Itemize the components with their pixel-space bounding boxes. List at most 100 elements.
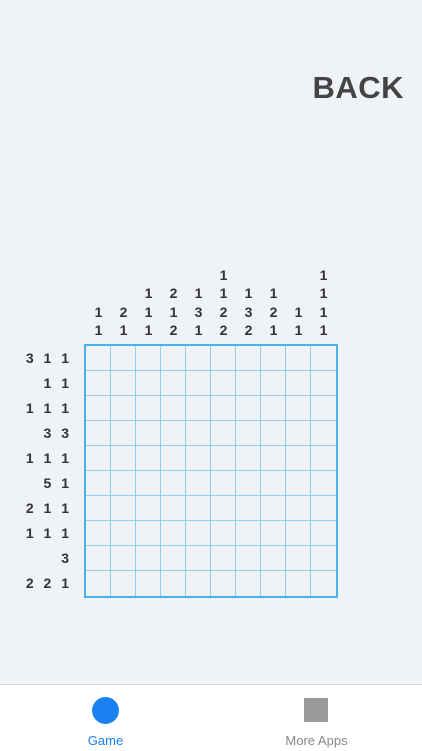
grid-cell[interactable] — [286, 446, 311, 471]
grid-cell[interactable] — [311, 471, 336, 496]
grid-cell[interactable] — [161, 371, 186, 396]
grid-cell[interactable] — [236, 446, 261, 471]
grid-cell[interactable] — [236, 471, 261, 496]
grid-cell[interactable] — [136, 546, 161, 571]
grid-cell[interactable] — [161, 421, 186, 446]
grid-cell[interactable] — [136, 421, 161, 446]
grid-cell[interactable] — [86, 371, 111, 396]
grid-cell[interactable] — [261, 571, 286, 596]
grid-cell[interactable] — [161, 571, 186, 596]
grid-cell[interactable] — [186, 371, 211, 396]
grid-cell[interactable] — [236, 571, 261, 596]
grid-cell[interactable] — [261, 346, 286, 371]
grid-cell[interactable] — [136, 346, 161, 371]
grid-cell[interactable] — [211, 346, 236, 371]
grid-cell[interactable] — [86, 571, 111, 596]
grid-cell[interactable] — [111, 546, 136, 571]
grid-cell[interactable] — [136, 471, 161, 496]
grid-cell[interactable] — [86, 471, 111, 496]
grid-cell[interactable] — [261, 471, 286, 496]
grid-cell[interactable] — [311, 371, 336, 396]
tab-more-apps[interactable]: More Apps — [211, 685, 422, 751]
grid-cell[interactable] — [136, 446, 161, 471]
grid-cell[interactable] — [261, 546, 286, 571]
grid-cell[interactable] — [261, 421, 286, 446]
grid-cell[interactable] — [86, 546, 111, 571]
grid-cell[interactable] — [211, 521, 236, 546]
grid-cell[interactable] — [261, 371, 286, 396]
grid-cell[interactable] — [286, 346, 311, 371]
grid-cell[interactable] — [186, 496, 211, 521]
grid-cell[interactable] — [236, 546, 261, 571]
grid-cell[interactable] — [136, 571, 161, 596]
grid-cell[interactable] — [186, 521, 211, 546]
grid-cell[interactable] — [286, 496, 311, 521]
grid-cell[interactable] — [211, 421, 236, 446]
grid-cell[interactable] — [161, 521, 186, 546]
grid-cell[interactable] — [111, 396, 136, 421]
grid-cell[interactable] — [286, 571, 311, 596]
grid-cell[interactable] — [161, 471, 186, 496]
grid-cell[interactable] — [161, 496, 186, 521]
grid-cell[interactable] — [311, 571, 336, 596]
grid-cell[interactable] — [161, 446, 186, 471]
grid-cell[interactable] — [186, 546, 211, 571]
grid-cell[interactable] — [86, 446, 111, 471]
grid-cell[interactable] — [236, 496, 261, 521]
grid-cell[interactable] — [136, 371, 161, 396]
grid-cell[interactable] — [211, 371, 236, 396]
back-button[interactable]: BACK — [312, 70, 404, 106]
grid-cell[interactable] — [111, 496, 136, 521]
grid-cell[interactable] — [111, 471, 136, 496]
grid-cell[interactable] — [286, 396, 311, 421]
grid-cell[interactable] — [86, 421, 111, 446]
grid-cell[interactable] — [286, 521, 311, 546]
grid-cell[interactable] — [186, 421, 211, 446]
grid-cell[interactable] — [86, 521, 111, 546]
grid-cell[interactable] — [186, 446, 211, 471]
grid-cell[interactable] — [261, 521, 286, 546]
grid-cell[interactable] — [311, 446, 336, 471]
grid-cell[interactable] — [311, 546, 336, 571]
grid-cell[interactable] — [186, 396, 211, 421]
grid-cell[interactable] — [211, 446, 236, 471]
grid-cell[interactable] — [111, 521, 136, 546]
grid-cell[interactable] — [236, 396, 261, 421]
grid-cell[interactable] — [286, 371, 311, 396]
grid-cell[interactable] — [111, 346, 136, 371]
grid-cell[interactable] — [136, 396, 161, 421]
grid-cell[interactable] — [311, 396, 336, 421]
grid-cell[interactable] — [236, 521, 261, 546]
grid-cell[interactable] — [311, 421, 336, 446]
grid-cell[interactable] — [161, 346, 186, 371]
grid-cell[interactable] — [211, 396, 236, 421]
grid-cell[interactable] — [311, 496, 336, 521]
grid-cell[interactable] — [136, 496, 161, 521]
tab-game[interactable]: Game — [0, 685, 211, 751]
grid-cell[interactable] — [311, 346, 336, 371]
grid-cell[interactable] — [286, 546, 311, 571]
grid-cell[interactable] — [161, 546, 186, 571]
grid-cell[interactable] — [211, 571, 236, 596]
grid-cell[interactable] — [161, 396, 186, 421]
grid-cell[interactable] — [111, 571, 136, 596]
grid-cell[interactable] — [286, 471, 311, 496]
grid-cell[interactable] — [261, 496, 286, 521]
grid-cell[interactable] — [186, 571, 211, 596]
grid-cell[interactable] — [286, 421, 311, 446]
grid-cell[interactable] — [211, 546, 236, 571]
grid-cell[interactable] — [236, 421, 261, 446]
grid-cell[interactable] — [236, 346, 261, 371]
grid-cell[interactable] — [186, 346, 211, 371]
grid-cell[interactable] — [86, 396, 111, 421]
grid-cell[interactable] — [211, 471, 236, 496]
grid-cell[interactable] — [86, 346, 111, 371]
grid-cell[interactable] — [261, 396, 286, 421]
grid-cell[interactable] — [136, 521, 161, 546]
grid-cell[interactable] — [261, 446, 286, 471]
grid-cell[interactable] — [86, 496, 111, 521]
grid-cell[interactable] — [236, 371, 261, 396]
grid-cell[interactable] — [186, 471, 211, 496]
grid-cell[interactable] — [211, 496, 236, 521]
grid-cell[interactable] — [311, 521, 336, 546]
